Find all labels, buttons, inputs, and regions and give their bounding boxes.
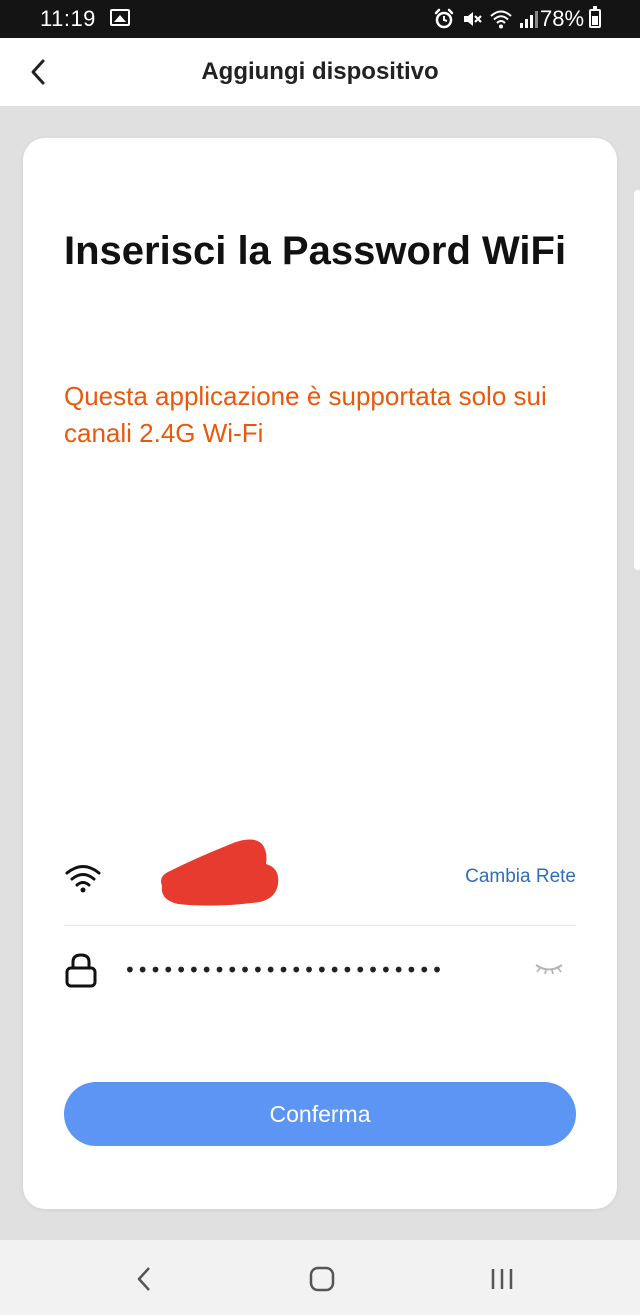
battery-icon <box>589 6 601 28</box>
image-icon <box>110 9 130 26</box>
network-row: Cambia Rete <box>64 834 576 926</box>
password-field[interactable] <box>124 952 504 988</box>
mute-icon <box>464 12 482 26</box>
status-icons <box>433 8 539 30</box>
signal-icon <box>520 11 538 28</box>
nav-home-button[interactable] <box>302 1262 342 1296</box>
app-bar: Aggiungi dispositivo <box>0 38 640 106</box>
eye-closed-icon[interactable] <box>534 962 564 976</box>
battery-level: 78% <box>540 6 585 31</box>
content-card: Inserisci la Password WiFi Questa applic… <box>23 138 617 1209</box>
back-icon <box>137 1267 150 1291</box>
nav-bar <box>0 1240 640 1315</box>
nav-back-button[interactable] <box>124 1262 164 1296</box>
recents-icon <box>491 1269 513 1289</box>
status-time: 11:19 <box>40 6 96 31</box>
change-network-link[interactable]: Cambia Rete <box>465 866 576 888</box>
scroll-handle <box>634 190 640 570</box>
heading: Inserisci la Password WiFi <box>64 229 567 273</box>
wifi-icon <box>490 10 512 29</box>
page-title: Aggiungi dispositivo <box>201 58 439 85</box>
wifi-icon <box>65 865 101 893</box>
lock-icon <box>65 953 97 988</box>
confirm-button[interactable]: Conferma <box>64 1082 576 1146</box>
status-bar: 11:19 78% <box>0 0 640 38</box>
alarm-icon <box>434 8 454 29</box>
password-row <box>64 938 576 1004</box>
nav-recents-button[interactable] <box>482 1262 522 1296</box>
warning-text: Questa applicazione è supportata solo su… <box>64 381 547 448</box>
home-icon <box>309 1266 335 1292</box>
network-name-redaction <box>161 839 279 906</box>
